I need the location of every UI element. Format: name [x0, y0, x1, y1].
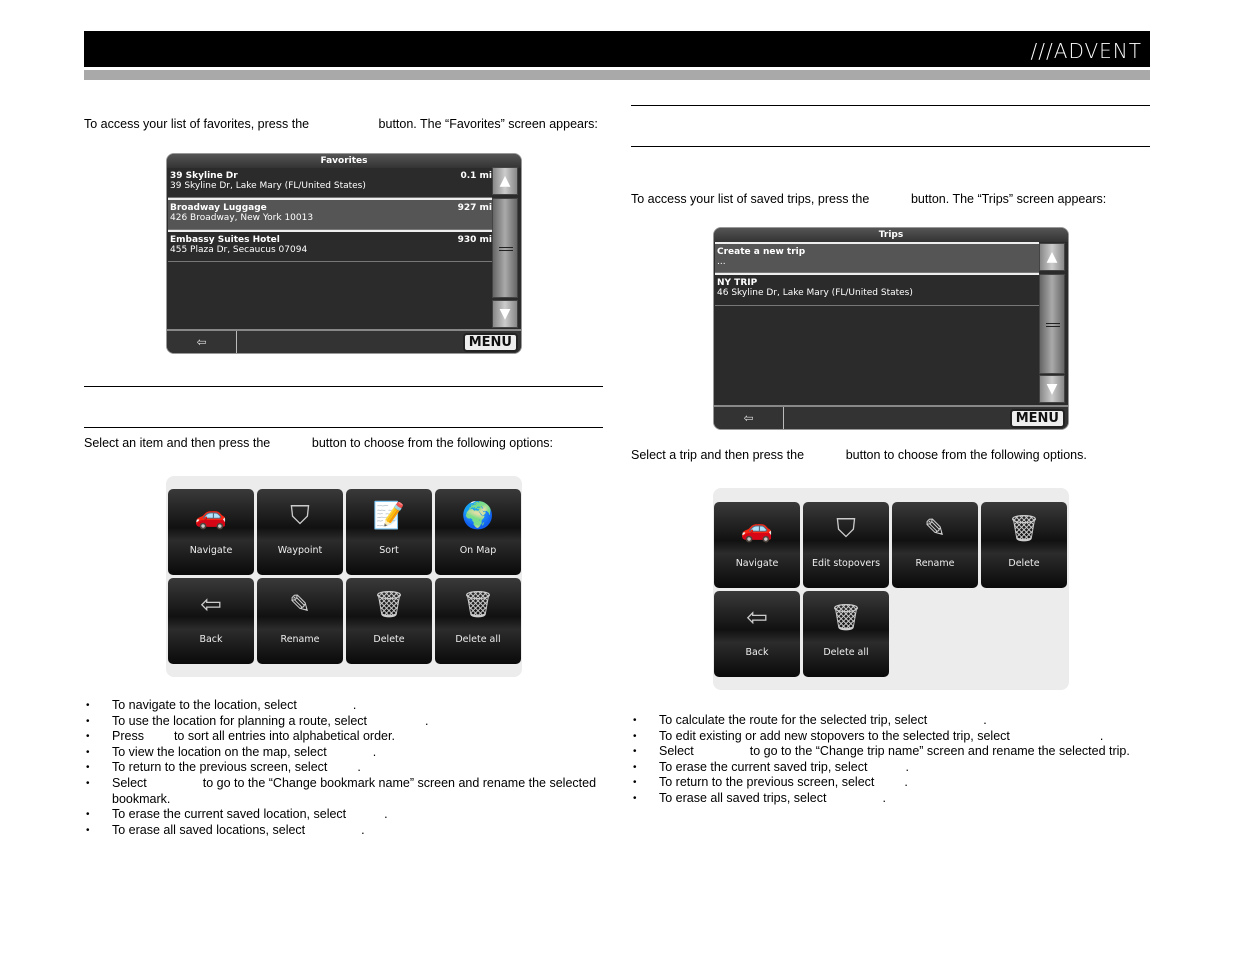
- list-item-selected[interactable]: Create a new trip...: [715, 242, 1039, 273]
- list-item: Selectto go to the “Change bookmark name…: [84, 776, 604, 807]
- favorites-options-screen: 🚗 Navigate ⛉ Waypoint 📝 Sort 🌍 On Map ⇦ Back …: [166, 476, 522, 677]
- list-item: To erase the current saved location, sel…: [84, 807, 604, 823]
- list-item: To erase the current saved trip, select.: [631, 760, 1151, 776]
- menu-button[interactable]: MENU: [462, 333, 518, 352]
- pencil-icon: ✎: [924, 514, 946, 544]
- list-item: To return to the previous screen, select…: [84, 760, 604, 776]
- advent-logo: ///ADVENT: [1030, 39, 1142, 63]
- navigate-button[interactable]: 🚗 Navigate: [168, 489, 254, 575]
- divider: [631, 146, 1150, 147]
- waypoint-button[interactable]: ⛉ Waypoint: [257, 489, 343, 575]
- back-button[interactable]: ⇦ Back: [714, 591, 800, 677]
- trash-icon: 🗑: [372, 590, 406, 620]
- list-item[interactable]: Embassy Suites Hotel 455 Plaza Dr, Secauc…: [168, 230, 492, 262]
- list-item: Pressto sort all entries into alphabetic…: [84, 729, 604, 745]
- screen-title: Trips: [714, 228, 1068, 242]
- scroll-down-icon[interactable]: ▼: [1039, 375, 1065, 403]
- scrollbar[interactable]: ▲ ▼: [1039, 241, 1065, 403]
- trips-options-screen: 🚗 Navigate ⛉ Edit stopovers ✎ Rename 🗑 Delet…: [713, 488, 1069, 690]
- scroll-thumb[interactable]: [1039, 274, 1065, 374]
- delete-button[interactable]: 🗑 Delete: [346, 578, 432, 664]
- list-item: To use the location for planning a route…: [84, 714, 604, 730]
- back-arrow-icon[interactable]: ⇦: [714, 407, 784, 429]
- trips-options-list: To calculate the route for the selected …: [631, 713, 1151, 807]
- on-map-button[interactable]: 🌍 On Map: [435, 489, 521, 575]
- favorites-options-intro: Select an item and then press the button…: [84, 436, 554, 450]
- list-item: To view the location on the map, select.: [84, 745, 604, 761]
- header-gray-bar: [84, 70, 1150, 80]
- pencil-icon: ✎: [289, 590, 311, 620]
- car-globe-icon: 🚗: [194, 501, 228, 531]
- back-button[interactable]: ⇦ Back: [168, 578, 254, 664]
- trips-screen: Trips Create a new trip... NY TRIP 46 Sky…: [713, 227, 1069, 430]
- list-item: To erase all saved locations, select.: [84, 823, 604, 839]
- page-header: ///ADVENT: [84, 31, 1150, 67]
- list-item: To return to the previous screen, select…: [631, 775, 1151, 791]
- list-item: Selectto go to the “Change trip name” sc…: [631, 744, 1151, 760]
- globe-icon: 🌍: [461, 501, 495, 531]
- scroll-up-icon[interactable]: ▲: [492, 167, 518, 195]
- list-item: To navigate to the location, select.: [84, 698, 604, 714]
- trash-icon: 🗑: [829, 603, 863, 633]
- scroll-up-icon[interactable]: ▲: [1039, 243, 1065, 271]
- list-item-selected[interactable]: Broadway Luggage 426 Broadway, New York 1…: [168, 198, 492, 230]
- delete-all-button[interactable]: 🗑 Delete all: [803, 591, 889, 677]
- route-shield-icon: ⛉: [836, 514, 856, 544]
- divider: [84, 386, 603, 387]
- list-item[interactable]: NY TRIP 46 Skyline Dr, Lake Mary (FL/Unit…: [715, 273, 1039, 306]
- divider: [631, 105, 1150, 106]
- back-arrow-icon: ⇦: [746, 603, 768, 633]
- favorites-intro: To access your list of favorites, press …: [84, 117, 598, 131]
- trips-intro: To access your list of saved trips, pres…: [631, 192, 1107, 206]
- back-arrow-icon: ⇦: [200, 590, 222, 620]
- navigate-button[interactable]: 🚗 Navigate: [714, 502, 800, 588]
- favorites-screen: Favorites 39 Skyline Dr 39 Skyline Dr, La…: [166, 153, 522, 354]
- edit-stopovers-button[interactable]: ⛉ Edit stopovers: [803, 502, 889, 588]
- rename-button[interactable]: ✎ Rename: [257, 578, 343, 664]
- list-item[interactable]: 39 Skyline Dr 39 Skyline Dr, Lake Mary (F…: [168, 168, 492, 198]
- scrollbar[interactable]: ▲ ▼: [492, 167, 518, 329]
- scroll-thumb[interactable]: [492, 198, 518, 298]
- divider: [84, 427, 603, 428]
- list-item: To calculate the route for the selected …: [631, 713, 1151, 729]
- screen-title: Favorites: [167, 154, 521, 168]
- trash-icon: 🗑: [1007, 514, 1041, 544]
- list-item: To edit existing or add new stopovers to…: [631, 729, 1151, 745]
- delete-button[interactable]: 🗑 Delete: [981, 502, 1067, 588]
- scroll-down-icon[interactable]: ▼: [492, 300, 518, 328]
- back-arrow-icon[interactable]: ⇦: [167, 331, 237, 353]
- sort-button[interactable]: 📝 Sort: [346, 489, 432, 575]
- trips-options-intro: Select a trip and then press the button …: [631, 448, 1087, 462]
- route-shield-icon: ⛉: [290, 501, 310, 531]
- favorites-options-list: To navigate to the location, select. To …: [84, 698, 604, 838]
- notepad-icon: 📝: [372, 501, 406, 531]
- menu-button[interactable]: MENU: [1009, 409, 1065, 428]
- list-item: To erase all saved trips, select.: [631, 791, 1151, 807]
- delete-all-button[interactable]: 🗑 Delete all: [435, 578, 521, 664]
- trash-icon: 🗑: [461, 590, 495, 620]
- car-globe-icon: 🚗: [740, 514, 774, 544]
- rename-button[interactable]: ✎ Rename: [892, 502, 978, 588]
